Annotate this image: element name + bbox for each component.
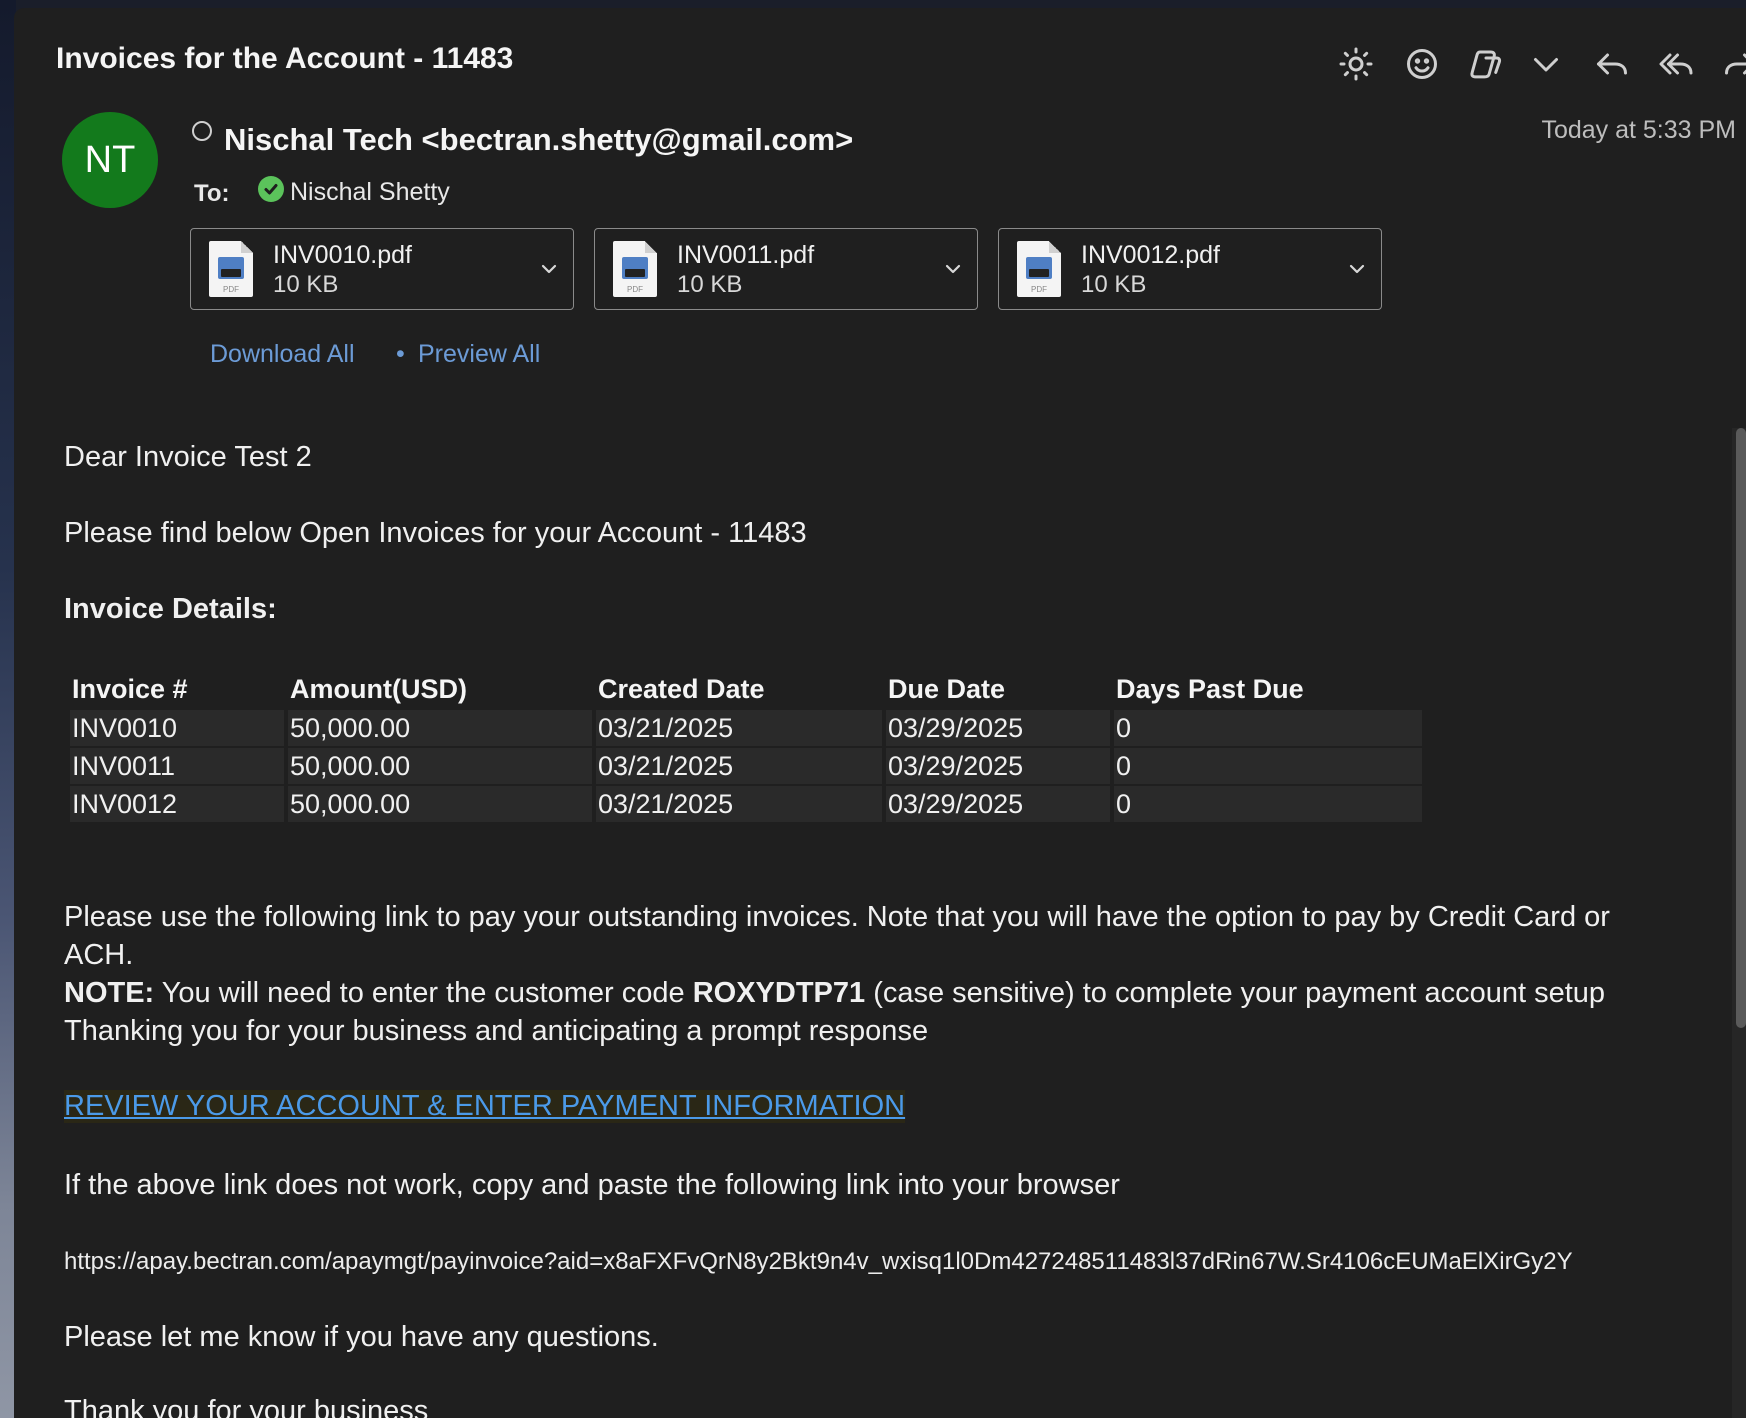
sender-name[interactable]: Nischal Tech <bectran.shetty@gmail.com> xyxy=(224,122,853,158)
pdf-file-icon: PDF xyxy=(209,241,253,297)
separator-dot: • xyxy=(396,340,405,368)
payment-url[interactable]: https://apay.bectran.com/apaymgt/payinvo… xyxy=(64,1248,1573,1276)
pay-instructions-line-2: ACH. xyxy=(64,939,134,971)
cell-created-date: 03/21/2025 xyxy=(596,748,882,784)
pay-instructions-line-1: Please use the following link to pay you… xyxy=(64,901,1610,933)
invoice-table: Invoice # Amount(USD) Created Date Due D… xyxy=(66,668,1426,824)
download-all-link[interactable]: Download All xyxy=(210,340,355,369)
cell-amount: 50,000.00 xyxy=(288,748,592,784)
attachment-card[interactable]: PDF INV0010.pdf 10 KB xyxy=(190,228,574,310)
customer-code: ROXYDTP71 xyxy=(692,977,866,1009)
column-header-days-past-due: Days Past Due xyxy=(1116,673,1304,704)
read-status-icon[interactable] xyxy=(192,121,212,141)
cell-days-past-due: 0 xyxy=(1114,748,1422,784)
chevron-down-icon[interactable] xyxy=(1524,42,1568,86)
cell-amount: 50,000.00 xyxy=(288,786,592,822)
attachment-name: INV0012.pdf xyxy=(1081,241,1220,269)
to-label: To: xyxy=(194,180,230,207)
cell-due-date: 03/29/2025 xyxy=(886,786,1110,822)
cell-days-past-due: 0 xyxy=(1114,786,1422,822)
scrollbar-thumb[interactable] xyxy=(1736,428,1746,1028)
cell-due-date: 03/29/2025 xyxy=(886,710,1110,746)
attachment-size: 10 KB xyxy=(273,271,339,298)
preview-all-link[interactable]: Preview All xyxy=(418,340,540,369)
cell-created-date: 03/21/2025 xyxy=(596,710,882,746)
note-line: NOTE: You will need to enter the custome… xyxy=(64,974,1605,1012)
forward-icon[interactable] xyxy=(1718,42,1746,86)
cell-days-past-due: 0 xyxy=(1114,710,1422,746)
cell-created-date: 03/21/2025 xyxy=(596,786,882,822)
attachment-card[interactable]: PDF INV0012.pdf 10 KB xyxy=(998,228,1382,310)
table-row: INV0010 50,000.00 03/21/2025 03/29/2025 … xyxy=(70,710,1422,746)
note-text-pre: You will need to enter the customer code xyxy=(154,977,693,1009)
questions-text: Please let me know if you have any quest… xyxy=(64,1321,659,1353)
attachment-name: INV0011.pdf xyxy=(677,241,815,269)
brightness-icon[interactable] xyxy=(1334,42,1378,86)
chevron-down-icon[interactable] xyxy=(943,259,963,279)
attachment-size: 10 KB xyxy=(1081,271,1147,298)
attachment-name: INV0010.pdf xyxy=(273,241,412,269)
pdf-file-icon: PDF xyxy=(1017,241,1061,297)
invoice-details-heading: Invoice Details: xyxy=(64,593,277,625)
table-header-row: Invoice # Amount(USD) Created Date Due D… xyxy=(70,670,1422,708)
pdf-file-icon: PDF xyxy=(613,241,657,297)
column-header-amount: Amount(USD) xyxy=(290,673,467,704)
cell-invoice: INV0012 xyxy=(70,786,284,822)
note-text-post: (case sensitive) to complete your paymen… xyxy=(865,977,1606,1009)
cell-amount: 50,000.00 xyxy=(288,710,592,746)
sender-avatar: NT xyxy=(62,112,158,208)
thanks-line: Thanking you for your business and antic… xyxy=(64,1015,929,1047)
chevron-down-icon[interactable] xyxy=(539,259,559,279)
message-timestamp: Today at 5:33 PM xyxy=(1541,116,1736,144)
table-row: INV0012 50,000.00 03/21/2025 03/29/2025 … xyxy=(70,786,1422,822)
greeting-text: Dear Invoice Test 2 xyxy=(64,441,312,473)
verified-check-icon xyxy=(258,176,284,202)
table-row: INV0011 50,000.00 03/21/2025 03/29/2025 … xyxy=(70,748,1422,784)
note-label: NOTE: xyxy=(64,977,155,1009)
attachment-card[interactable]: PDF INV0011.pdf 10 KB xyxy=(594,228,978,310)
intro-text: Please find below Open Invoices for your… xyxy=(64,517,807,549)
column-header-invoice: Invoice # xyxy=(72,673,188,704)
fallback-text: If the above link does not work, copy an… xyxy=(64,1169,1120,1201)
cell-due-date: 03/29/2025 xyxy=(886,748,1110,784)
attachment-size: 10 KB xyxy=(677,271,743,298)
payment-link[interactable]: REVIEW YOUR ACCOUNT & ENTER PAYMENT INFO… xyxy=(64,1090,906,1123)
message-window: Invoices for the Account - 11483 NT Nisc… xyxy=(14,8,1746,1418)
recipient-name[interactable]: Nischal Shetty xyxy=(290,178,450,207)
cell-invoice: INV0011 xyxy=(70,748,284,784)
reply-icon[interactable] xyxy=(1590,42,1634,86)
column-header-due-date: Due Date xyxy=(888,673,1006,704)
copilot-icon[interactable] xyxy=(1464,42,1508,86)
reply-all-icon[interactable] xyxy=(1654,42,1698,86)
chevron-down-icon[interactable] xyxy=(1347,259,1367,279)
message-subject: Invoices for the Account - 11483 xyxy=(56,42,514,75)
cell-invoice: INV0010 xyxy=(70,710,284,746)
column-header-created-date: Created Date xyxy=(598,673,765,704)
signoff-text: Thank you for your business xyxy=(64,1395,429,1418)
emoji-icon[interactable] xyxy=(1400,42,1444,86)
